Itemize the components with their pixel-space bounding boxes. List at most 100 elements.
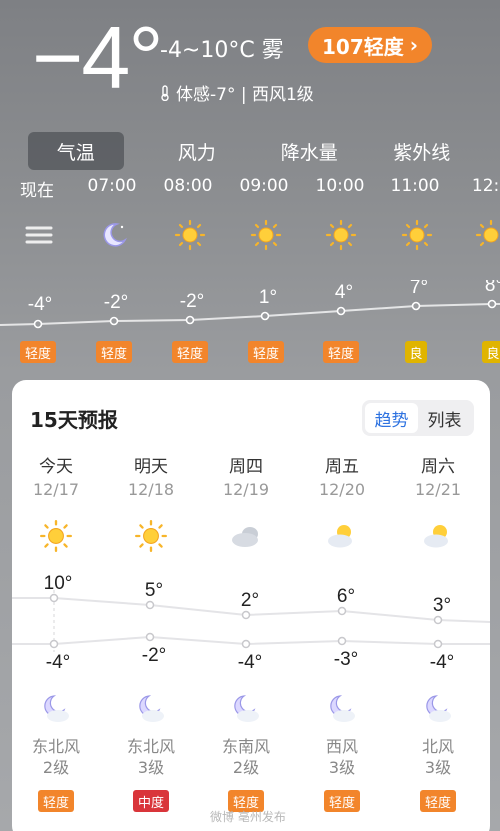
hour-aqi-badge: 轻度 <box>323 341 359 363</box>
sun-icon <box>401 219 433 251</box>
wind-level: 3级 <box>424 758 452 777</box>
sun-icon <box>250 219 282 251</box>
tab-wind[interactable]: 风力 <box>141 132 253 170</box>
hour-time: 现在 <box>20 181 54 201</box>
high-temp-label: 2° <box>241 590 259 611</box>
low-point <box>241 639 251 649</box>
high-temp-label: 10° <box>44 573 73 594</box>
hourly-times: 现在 07:00 08:00 09:00 10:00 11:00 12:0 <box>0 176 500 206</box>
wind-info: 北风 3级 <box>390 736 486 778</box>
sun-cloud-icon <box>424 525 448 548</box>
high-point <box>49 593 59 603</box>
wind-direction: 北风 <box>421 737 454 756</box>
low-temp-label: -3° <box>334 649 359 670</box>
feels-like-text: 体感-7° | 西风1级 <box>176 85 314 105</box>
high-temp-label: 6° <box>337 586 355 607</box>
day-name: 周六 <box>421 457 455 477</box>
hour-point <box>260 311 270 321</box>
hour-aqi-badge: 轻度 <box>248 341 284 363</box>
day-date: 12/20 <box>318 480 366 499</box>
wind-direction: 东北风 <box>31 737 80 756</box>
hour-temp-label: -2° <box>180 291 205 312</box>
chevron-right-icon: › <box>409 33 418 57</box>
wind-level: 3级 <box>137 758 165 777</box>
wind-info: 东南风 2级 <box>198 736 294 778</box>
low-point <box>433 639 443 649</box>
forecast-card: 15天预报 趋势 列表 今天 12/17 东北风 2级 轻度 明天 12/18 <box>12 380 490 831</box>
wind-direction: 东南风 <box>221 737 270 756</box>
high-temp-label: 3° <box>433 595 451 616</box>
wind-level: 3级 <box>328 758 356 777</box>
low-point <box>49 639 59 649</box>
high-point <box>337 606 347 616</box>
hourly-tabs: 气温 风力 降水量 紫外线 <box>28 132 478 170</box>
toggle-list[interactable]: 列表 <box>418 403 471 433</box>
high-temp-label: 5° <box>145 580 163 601</box>
aqi-button[interactable]: 107轻度 › <box>308 27 432 63</box>
moon-cloud-icon <box>426 695 451 722</box>
sun-icon <box>135 520 167 552</box>
watermark: 微博 亳州发布 <box>210 810 286 824</box>
hour-time: 10:00 <box>315 176 365 196</box>
current-temperature: −4° <box>32 8 164 107</box>
low-point <box>337 636 347 646</box>
day-name: 今天 <box>39 457 73 477</box>
hour-time: 11:00 <box>390 176 440 196</box>
low-temp-label: -2° <box>142 645 167 666</box>
moon-cloud-icon <box>44 695 69 722</box>
wind-level: 2级 <box>42 758 70 777</box>
day-name: 周五 <box>325 457 359 477</box>
low-point <box>145 632 155 642</box>
hour-temp-label: 4° <box>335 282 353 303</box>
hour-temp-label: 1° <box>259 287 277 308</box>
toggle-trend[interactable]: 趋势 <box>365 403 418 433</box>
aqi-label: 107轻度 <box>322 34 404 59</box>
day-aqi-badge: 轻度 <box>324 790 360 812</box>
hour-point <box>487 299 497 309</box>
day-name: 明天 <box>134 457 168 477</box>
sun-icon <box>325 219 357 251</box>
day-date: 12/19 <box>222 480 270 499</box>
hour-temp-label: 7° <box>410 280 428 298</box>
forecast-title: 15天预报 <box>30 408 118 432</box>
wind-info: 东北风 2级 <box>8 736 104 778</box>
day-date: 12/17 <box>32 480 80 499</box>
list-icon[interactable] <box>22 218 56 252</box>
cloud-icon <box>232 527 258 547</box>
wind-info: 西风 3级 <box>294 736 390 778</box>
day-date: 12/18 <box>127 480 175 499</box>
hour-aqi-badge: 良 <box>482 341 500 363</box>
hour-time: 08:00 <box>163 176 213 196</box>
temperature-range: -4~10°C 雾 <box>160 38 284 63</box>
high-point <box>433 615 443 625</box>
hour-temp-label: -4° <box>28 294 53 315</box>
tab-uv[interactable]: 紫外线 <box>366 132 478 170</box>
hour-point <box>336 306 346 316</box>
low-temp-label: -4° <box>238 652 263 673</box>
tab-precipitation[interactable]: 降水量 <box>253 132 365 170</box>
moon-cloud-icon <box>330 695 355 722</box>
hour-aqi-badge: 良 <box>405 341 427 363</box>
tab-temperature[interactable]: 气温 <box>28 132 124 170</box>
low-temp-label: -4° <box>46 652 71 673</box>
day-aqi-badge: 轻度 <box>38 790 74 812</box>
hour-temp-label: -2° <box>104 292 129 313</box>
thermometer-icon <box>161 84 169 101</box>
hour-aqi-badge: 轻度 <box>96 341 132 363</box>
hour-point <box>411 301 421 311</box>
hour-point <box>185 315 195 325</box>
wind-direction: 东北风 <box>126 737 175 756</box>
wind-level: 2级 <box>232 758 260 777</box>
daily-temperature-chart: 10° 5° 2° 6° 3° -4° -2° -4° -3° -4° <box>12 573 490 673</box>
hour-aqi-badge: 轻度 <box>20 341 56 363</box>
moon-icon <box>103 223 128 247</box>
sun-icon <box>475 219 499 247</box>
high-point <box>241 610 251 620</box>
hour-aqi-badge: 轻度 <box>172 341 208 363</box>
hour-temp-label: 8° <box>485 280 500 296</box>
high-point <box>145 600 155 610</box>
hour-point <box>33 319 43 329</box>
hour-point <box>109 316 119 326</box>
moon-cloud-icon <box>234 695 259 722</box>
moon-cloud-icon <box>139 695 164 722</box>
